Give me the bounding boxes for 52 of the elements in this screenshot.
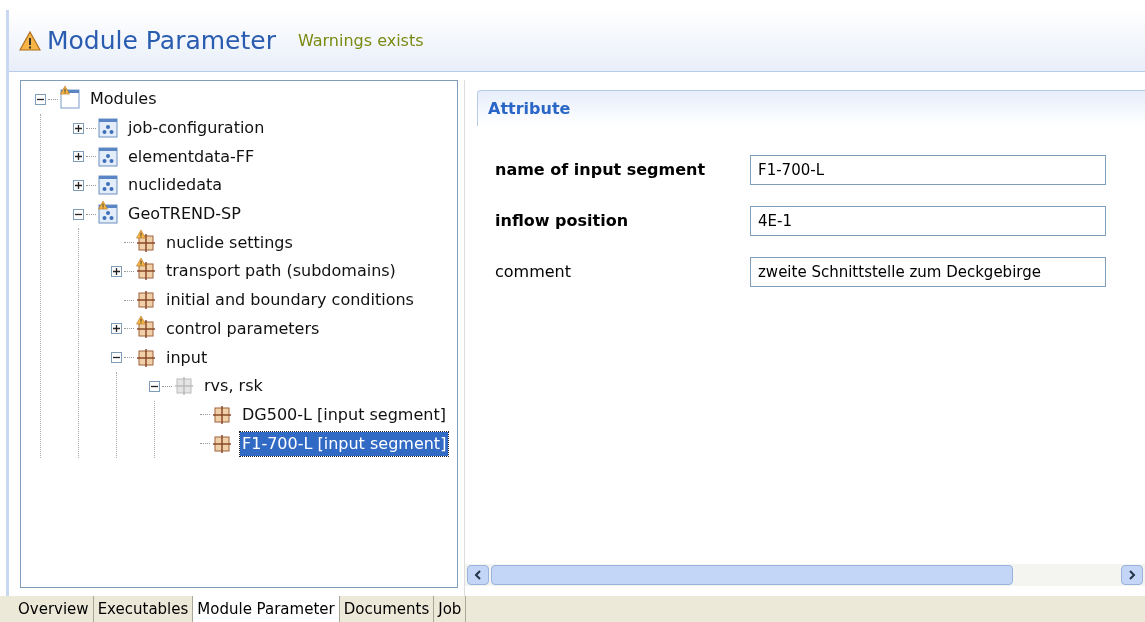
field-label: name of input segment <box>495 159 707 181</box>
page-title: Module Parameter <box>47 24 276 57</box>
tree-item[interactable]: GeoTREND-SP <box>126 202 243 227</box>
scroll-thumb[interactable] <box>491 565 1013 585</box>
tab[interactable]: Overview <box>14 596 94 622</box>
module-icon <box>98 118 118 139</box>
tree-item[interactable]: Modules <box>88 87 159 112</box>
tab[interactable]: Job <box>434 596 467 622</box>
expand-toggle[interactable] <box>73 151 84 163</box>
text-field[interactable]: F1-700-L <box>750 155 1106 185</box>
collapse-toggle[interactable] <box>111 352 122 364</box>
tab[interactable]: Documents <box>339 596 435 622</box>
tree-item[interactable]: F1-700-L [input segment] <box>240 431 449 456</box>
tree-item[interactable]: elementdata-FF <box>126 144 257 169</box>
grid-icon <box>136 290 156 311</box>
text-field[interactable]: 4E-1 <box>750 206 1106 236</box>
section-header: Attribute <box>477 90 1145 126</box>
plus-icon <box>113 267 120 275</box>
tree-item[interactable]: job-configuration <box>126 116 267 141</box>
collapse-toggle[interactable] <box>73 208 84 220</box>
field-label: inflow position <box>495 210 630 232</box>
tree-item[interactable]: nuclide settings <box>164 230 295 255</box>
grid-icon <box>212 404 232 425</box>
inactive-grid-icon <box>174 376 194 397</box>
expand-toggle[interactable] <box>111 323 122 335</box>
expand-toggle[interactable] <box>73 122 84 134</box>
field-label: comment <box>495 261 572 283</box>
status-text: Warnings exists <box>297 29 424 52</box>
text-field[interactable]: zweite Schnittstelle zum Deckgebirge <box>750 257 1106 287</box>
plus-icon <box>75 153 82 161</box>
tree-item[interactable]: transport path (subdomains) <box>164 259 398 284</box>
horizontal-scrollbar[interactable] <box>465 564 1145 586</box>
tree-item[interactable]: rvs, rsk <box>202 374 265 399</box>
module-icon <box>98 175 118 196</box>
plus-icon <box>113 325 120 333</box>
module-icon <box>98 146 118 167</box>
tree-item[interactable]: input <box>164 345 210 370</box>
grid-icon <box>136 347 156 368</box>
grid-icon <box>212 433 232 454</box>
expand-toggle[interactable] <box>73 179 84 191</box>
tree-item[interactable]: DG500-L [input segment] <box>240 402 448 427</box>
plus-icon <box>75 124 82 132</box>
scroll-right-button[interactable] <box>1121 565 1143 585</box>
collapse-toggle[interactable] <box>149 380 160 392</box>
tree-item[interactable]: initial and boundary conditions <box>164 288 416 313</box>
tab[interactable]: Module Parameter <box>193 596 340 622</box>
plus-icon <box>75 181 82 189</box>
scroll-left-button[interactable] <box>467 565 489 585</box>
tree-item[interactable]: nuclidedata <box>126 173 224 198</box>
collapse-toggle[interactable] <box>35 93 46 105</box>
expand-toggle[interactable] <box>111 265 122 277</box>
tree-item[interactable]: control parameters <box>164 316 322 341</box>
